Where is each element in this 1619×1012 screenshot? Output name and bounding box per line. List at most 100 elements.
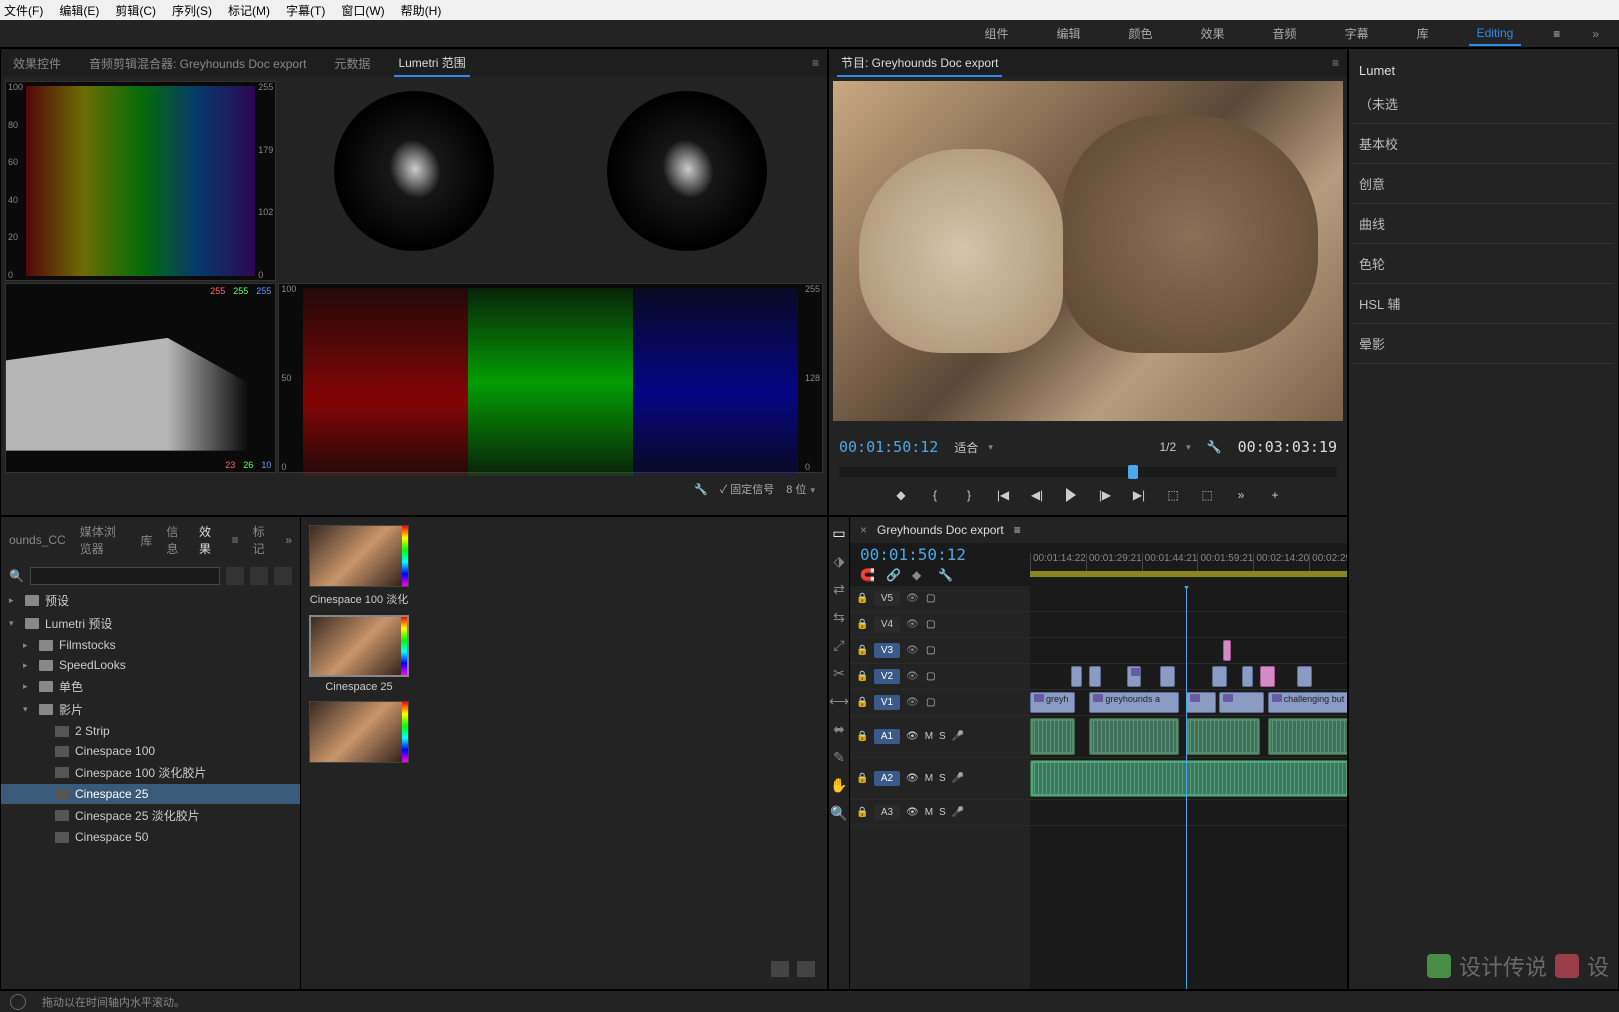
- clip[interactable]: [1242, 666, 1253, 687]
- go-to-in-button[interactable]: |◀: [995, 487, 1011, 503]
- timeline-close-icon[interactable]: ×: [860, 523, 867, 537]
- sequence-name[interactable]: Greyhounds Doc export: [877, 523, 1004, 537]
- clip[interactable]: [1030, 718, 1075, 755]
- timeline-panel-menu-icon[interactable]: ≡: [1014, 523, 1021, 537]
- playhead[interactable]: [1186, 586, 1187, 989]
- add-marker-button[interactable]: ◆: [893, 487, 909, 503]
- clip[interactable]: [1089, 666, 1100, 687]
- wrench-icon[interactable]: 🔧: [694, 483, 708, 496]
- tree-item-单色[interactable]: ▸单色: [1, 675, 300, 698]
- program-zoom-select[interactable]: 适合: [954, 439, 993, 456]
- snap-icon[interactable]: 🧲: [860, 568, 876, 584]
- clip[interactable]: [1160, 666, 1175, 687]
- preset-thumb[interactable]: Cinespace 100 淡化: [309, 525, 409, 607]
- timeline-timecode[interactable]: 00:01:50:12: [850, 543, 1030, 566]
- pen-tool[interactable]: ✎: [829, 747, 849, 767]
- creative-cloud-icon[interactable]: [10, 994, 26, 1010]
- clip[interactable]: [1212, 666, 1227, 687]
- slip-tool[interactable]: ⟷: [829, 691, 849, 711]
- tab-program[interactable]: 节目: Greyhounds Doc export: [837, 50, 1002, 77]
- track-row[interactable]: greyhgreyhounds achallenging but rewardi: [1030, 690, 1348, 716]
- preset-thumb[interactable]: Cinespace 25: [309, 615, 409, 693]
- menu-clip[interactable]: 剪辑(C): [115, 2, 156, 19]
- track-header-a1[interactable]: 🔒A1👁MS🎤: [850, 716, 1030, 758]
- tab-effects[interactable]: 效果: [199, 523, 218, 557]
- rolling-edit-tool[interactable]: ⇆: [829, 607, 849, 627]
- workspace-libraries[interactable]: 库: [1409, 21, 1437, 46]
- button-editor-icon[interactable]: +: [1267, 487, 1283, 503]
- tab-markers[interactable]: 标记: [253, 523, 272, 557]
- clip[interactable]: [1260, 666, 1275, 687]
- filter-accelerated-icon[interactable]: [226, 567, 244, 585]
- zoom-tool[interactable]: 🔍: [829, 803, 849, 823]
- workspace-captions[interactable]: 字幕: [1337, 21, 1377, 46]
- workspace-audio[interactable]: 音频: [1265, 21, 1305, 46]
- tree-item-cinespace-25-淡化胶片[interactable]: Cinespace 25 淡化胶片: [1, 804, 300, 827]
- linked-selection-icon[interactable]: 🔗: [886, 568, 902, 584]
- workspace-editing-cn[interactable]: 编辑: [1049, 21, 1089, 46]
- scopes-panel-menu-icon[interactable]: ≡: [812, 56, 819, 70]
- tree-item-cinespace-50[interactable]: Cinespace 50: [1, 827, 300, 847]
- delete-icon[interactable]: [797, 961, 815, 977]
- timeline-content[interactable]: greyhgreyhounds achallenging but rewardi: [1030, 586, 1348, 989]
- preset-thumb[interactable]: [309, 701, 409, 767]
- program-panel-menu-icon[interactable]: ≡: [1332, 56, 1339, 70]
- track-row[interactable]: [1030, 664, 1348, 690]
- menu-sequence[interactable]: 序列(S): [172, 2, 212, 19]
- timeline-settings-icon[interactable]: 🔧: [938, 568, 954, 584]
- track-row[interactable]: [1030, 716, 1348, 758]
- menu-title[interactable]: 字幕(T): [286, 2, 325, 19]
- tab-metadata[interactable]: 元数据: [330, 51, 374, 76]
- tab-effects-menu-icon[interactable]: ≡: [232, 533, 239, 547]
- workspace-color[interactable]: 颜色: [1121, 21, 1161, 46]
- track-row[interactable]: [1030, 612, 1348, 638]
- clamp-signal-checkbox[interactable]: ✓ 固定信号: [720, 481, 775, 497]
- clip[interactable]: [1071, 666, 1082, 687]
- track-row[interactable]: [1030, 638, 1348, 664]
- workspace-menu-icon[interactable]: ≡: [1553, 27, 1560, 41]
- filter-yuv-icon[interactable]: [274, 567, 292, 585]
- lumetri-section-vignette[interactable]: 晕影: [1353, 324, 1614, 364]
- lumetri-section-curves[interactable]: 曲线: [1353, 204, 1614, 244]
- workspace-overflow-icon[interactable]: »: [1592, 27, 1599, 41]
- clip[interactable]: greyh: [1030, 692, 1075, 713]
- new-bin-icon[interactable]: [771, 961, 789, 977]
- rate-stretch-tool[interactable]: ⤢: [829, 635, 849, 655]
- clip[interactable]: [1219, 692, 1264, 713]
- track-select-tool[interactable]: ⬗: [829, 551, 849, 571]
- tree-item-影片[interactable]: ▾影片: [1, 698, 300, 721]
- menu-window[interactable]: 窗口(W): [341, 2, 384, 19]
- tab-info[interactable]: 信息: [166, 523, 185, 557]
- ripple-edit-tool[interactable]: ⇄: [829, 579, 849, 599]
- effects-search-input[interactable]: [30, 567, 220, 585]
- track-row[interactable]: [1030, 586, 1348, 612]
- clip[interactable]: [1223, 640, 1231, 661]
- clip[interactable]: [1268, 718, 1348, 755]
- tree-item-cinespace-100[interactable]: Cinespace 100: [1, 741, 300, 761]
- track-header-v4[interactable]: 🔒V4👁▢: [850, 612, 1030, 638]
- tree-item-预设[interactable]: ▸预设: [1, 589, 300, 612]
- track-header-v5[interactable]: 🔒V5👁▢: [850, 586, 1030, 612]
- go-to-out-button[interactable]: ▶|: [1131, 487, 1147, 503]
- program-video-frame[interactable]: [833, 81, 1343, 421]
- tree-item-cinespace-25[interactable]: Cinespace 25: [1, 784, 300, 804]
- track-row[interactable]: [1030, 800, 1348, 826]
- track-header-v3[interactable]: 🔒V3👁▢: [850, 638, 1030, 664]
- tab-audio-mixer[interactable]: 音频剪辑混合器: Greyhounds Doc export: [85, 51, 310, 76]
- menu-marker[interactable]: 标记(M): [228, 2, 270, 19]
- lumetri-section-creative[interactable]: 创意: [1353, 164, 1614, 204]
- tab-media-browser[interactable]: 媒体浏览器: [80, 523, 127, 557]
- add-marker-icon[interactable]: ◆: [912, 568, 928, 584]
- step-back-button[interactable]: ◀|: [1029, 487, 1045, 503]
- track-header-a2[interactable]: 🔒A2👁MS🎤: [850, 758, 1030, 800]
- tab-project[interactable]: ounds_CC: [9, 533, 66, 547]
- tree-item-lumetri-预设[interactable]: ▾Lumetri 预设: [1, 612, 300, 635]
- mark-out-button[interactable]: }: [961, 487, 977, 503]
- work-area-bar[interactable]: [1030, 571, 1348, 577]
- hand-tool[interactable]: ✋: [829, 775, 849, 795]
- filter-32bit-icon[interactable]: [250, 567, 268, 585]
- clip[interactable]: challenging but rewardi: [1268, 692, 1348, 713]
- bit-depth-select[interactable]: 8 位: [786, 481, 815, 497]
- workspace-editing[interactable]: Editing: [1469, 22, 1522, 46]
- tab-lumetri-scopes[interactable]: Lumetri 范围: [394, 50, 469, 77]
